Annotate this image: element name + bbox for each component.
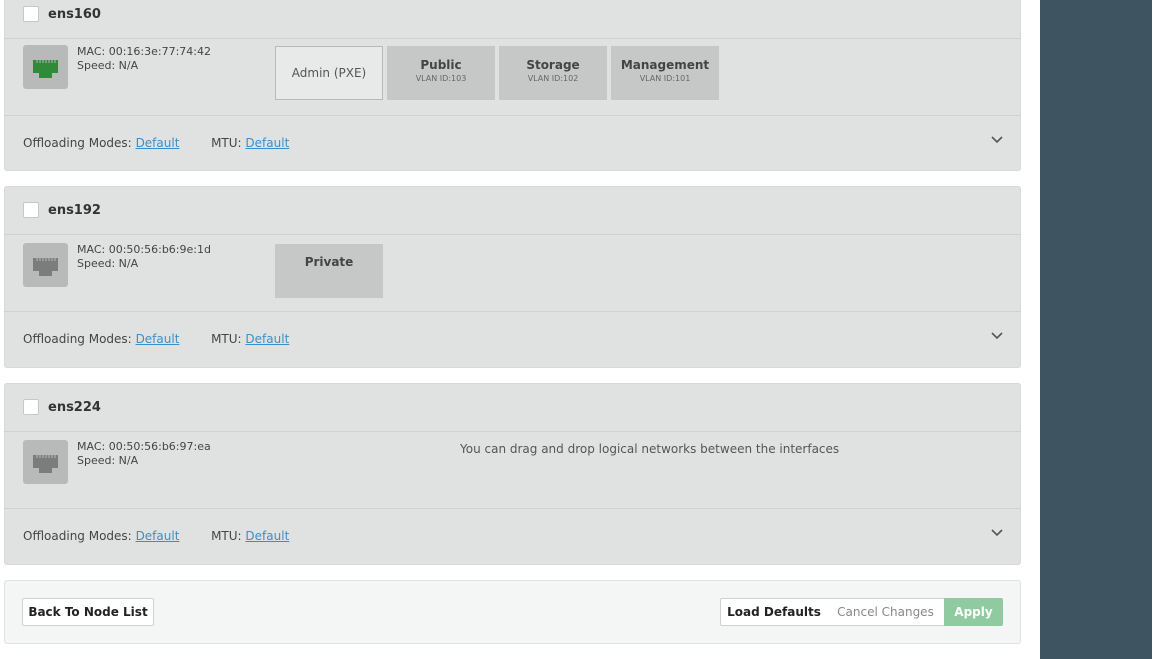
action-bar: Back To Node List Load Defaults Cancel C… (4, 580, 1021, 644)
interface-meta: MAC: 00:16:3e:77:74:42 Speed: N/A (77, 45, 211, 73)
network-vlan: VLAN ID:101 (639, 74, 691, 83)
mtu-label: MTU: (211, 529, 242, 543)
mtu-label: MTU: (211, 332, 242, 346)
offloading-modes-link[interactable]: Default (136, 332, 180, 346)
network-vlan: VLAN ID:103 (415, 74, 467, 83)
interface-meta: MAC: 00:50:56:b6:97:ea Speed: N/A (77, 440, 211, 468)
mtu-link[interactable]: Default (245, 136, 289, 150)
network-storage[interactable]: Storage VLAN ID:102 (499, 46, 607, 100)
network-port-icon (23, 440, 68, 484)
speed: Speed: N/A (77, 257, 139, 270)
interface-name: ens160 (48, 6, 101, 22)
interface-ens224: ens224 MAC: 00:50:56:b6:97:ea Speed: N/A… (4, 383, 1021, 565)
interface-name: ens192 (48, 202, 101, 218)
interface-checkbox[interactable] (23, 202, 39, 218)
network-public[interactable]: Public VLAN ID:103 (387, 46, 495, 100)
interface-footer: Offloading Modes: Default MTU: Default (4, 311, 1021, 368)
interface-header: ens224 (4, 383, 1021, 432)
speed: Speed: N/A (77, 59, 139, 72)
interface-meta: MAC: 00:50:56:b6:9e:1d Speed: N/A (77, 243, 211, 271)
network-name: Private (304, 255, 354, 269)
interface-footer: Offloading Modes: Default MTU: Default (4, 508, 1021, 565)
offloading-modes-link[interactable]: Default (136, 529, 180, 543)
interface-settings: Offloading Modes: Default MTU: Default (23, 136, 289, 150)
network-admin-pxe[interactable]: Admin (PXE) (275, 46, 383, 100)
interface-settings: Offloading Modes: Default MTU: Default (23, 529, 289, 543)
drag-drop-hint: You can drag and drop logical networks b… (460, 442, 840, 456)
offloading-label: Offloading Modes: (23, 136, 132, 150)
network-name: Admin (PXE) (291, 66, 367, 80)
mtu-label: MTU: (211, 136, 242, 150)
interface-body: MAC: 00:16:3e:77:74:42 Speed: N/A Admin … (4, 39, 1021, 115)
interface-footer: Offloading Modes: Default MTU: Default (4, 115, 1021, 172)
interface-body: MAC: 00:50:56:b6:9e:1d Speed: N/A Privat… (4, 235, 1021, 311)
interface-header: ens192 (4, 186, 1021, 235)
interface-body: MAC: 00:50:56:b6:97:ea Speed: N/A You ca… (4, 432, 1021, 508)
interface-ens160: ens160 MAC: 00:16:3e:77:74:42 Speed: N/A… (4, 0, 1021, 171)
load-defaults-button[interactable]: Load Defaults (720, 598, 828, 626)
mac-address: MAC: 00:16:3e:77:74:42 (77, 45, 211, 58)
mtu-link[interactable]: Default (245, 529, 289, 543)
mtu-link[interactable]: Default (245, 332, 289, 346)
network-port-icon (23, 243, 68, 287)
chevron-down-icon[interactable] (991, 332, 1003, 340)
interface-name: ens224 (48, 399, 101, 415)
interface-ens192: ens192 MAC: 00:50:56:b6:9e:1d Speed: N/A… (4, 186, 1021, 368)
network-port-icon (23, 45, 68, 89)
offloading-label: Offloading Modes: (23, 529, 132, 543)
speed: Speed: N/A (77, 454, 139, 467)
interface-checkbox[interactable] (23, 6, 39, 22)
offloading-label: Offloading Modes: (23, 332, 132, 346)
network-management[interactable]: Management VLAN ID:101 (611, 46, 719, 100)
network-name: Public (420, 58, 462, 72)
chevron-down-icon[interactable] (991, 136, 1003, 144)
network-name: Storage (526, 58, 580, 72)
network-name: Management (620, 58, 710, 72)
chevron-down-icon[interactable] (991, 529, 1003, 537)
mac-address: MAC: 00:50:56:b6:9e:1d (77, 243, 211, 256)
interface-settings: Offloading Modes: Default MTU: Default (23, 332, 289, 346)
mac-address: MAC: 00:50:56:b6:97:ea (77, 440, 211, 453)
back-to-node-list-button[interactable]: Back To Node List (22, 598, 154, 626)
side-panel (1040, 0, 1152, 659)
interface-header: ens160 (4, 0, 1021, 39)
offloading-modes-link[interactable]: Default (136, 136, 180, 150)
network-vlan: VLAN ID:102 (527, 74, 579, 83)
interface-checkbox[interactable] (23, 399, 39, 415)
cancel-changes-button[interactable]: Cancel Changes (827, 598, 945, 626)
network-private[interactable]: Private (275, 244, 383, 298)
apply-button[interactable]: Apply (944, 598, 1003, 626)
